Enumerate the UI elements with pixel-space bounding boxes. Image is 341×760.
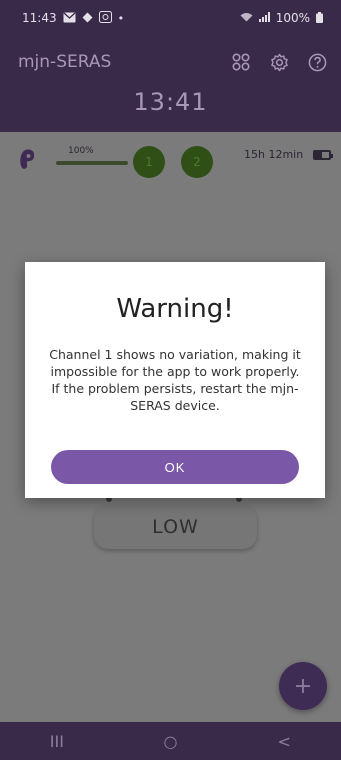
back-button[interactable]: < (254, 732, 314, 751)
app-bar: mjn-SERAS (0, 44, 341, 80)
grid-icon[interactable] (231, 52, 251, 72)
dialog-title: Warning! (116, 294, 234, 324)
warning-dialog: Warning! Channel 1 shows no variation, m… (25, 262, 325, 498)
battery-status-icon (316, 11, 323, 25)
dialog-message: Channel 1 shows no variation, making it … (49, 347, 301, 413)
status-battery: 100% (275, 11, 310, 25)
home-button[interactable]: ○ (140, 732, 200, 751)
mode-low-button[interactable]: LOW (94, 505, 257, 549)
system-nav-bar: III ○ < (0, 722, 341, 760)
app-icon (98, 11, 112, 25)
wifi-icon (240, 12, 253, 24)
recent-apps-button[interactable]: III (27, 732, 87, 751)
gear-icon[interactable] (269, 52, 289, 72)
channel-2-indicator[interactable]: 2 (181, 146, 213, 178)
app-title: mjn-SERAS (18, 52, 112, 72)
status-bar: 11:43 • 100% (0, 0, 341, 36)
channel-1-indicator[interactable]: 1 (133, 146, 165, 178)
level-bar-fill (56, 161, 128, 165)
status-time: 11:43 (22, 11, 57, 25)
ear-icon (18, 148, 36, 170)
diamond-icon (82, 12, 93, 25)
signal-icon (258, 12, 270, 24)
clock-display: 13:41 (133, 88, 208, 116)
device-battery-icon (313, 150, 333, 160)
ok-button[interactable]: OK (51, 450, 299, 484)
help-icon[interactable] (307, 52, 327, 72)
remaining-time: 15h 12min (244, 148, 304, 161)
add-button[interactable]: + (279, 662, 327, 710)
level-label: 100% (68, 146, 94, 156)
message-icon (63, 12, 76, 25)
dot-icon: • (117, 11, 125, 25)
level-bar (56, 161, 128, 165)
app-header: 11:43 • 100% mjn-SERAS 13:41 (0, 0, 341, 132)
device-info-bar: 100% 1 2 15h 12min (0, 140, 341, 180)
